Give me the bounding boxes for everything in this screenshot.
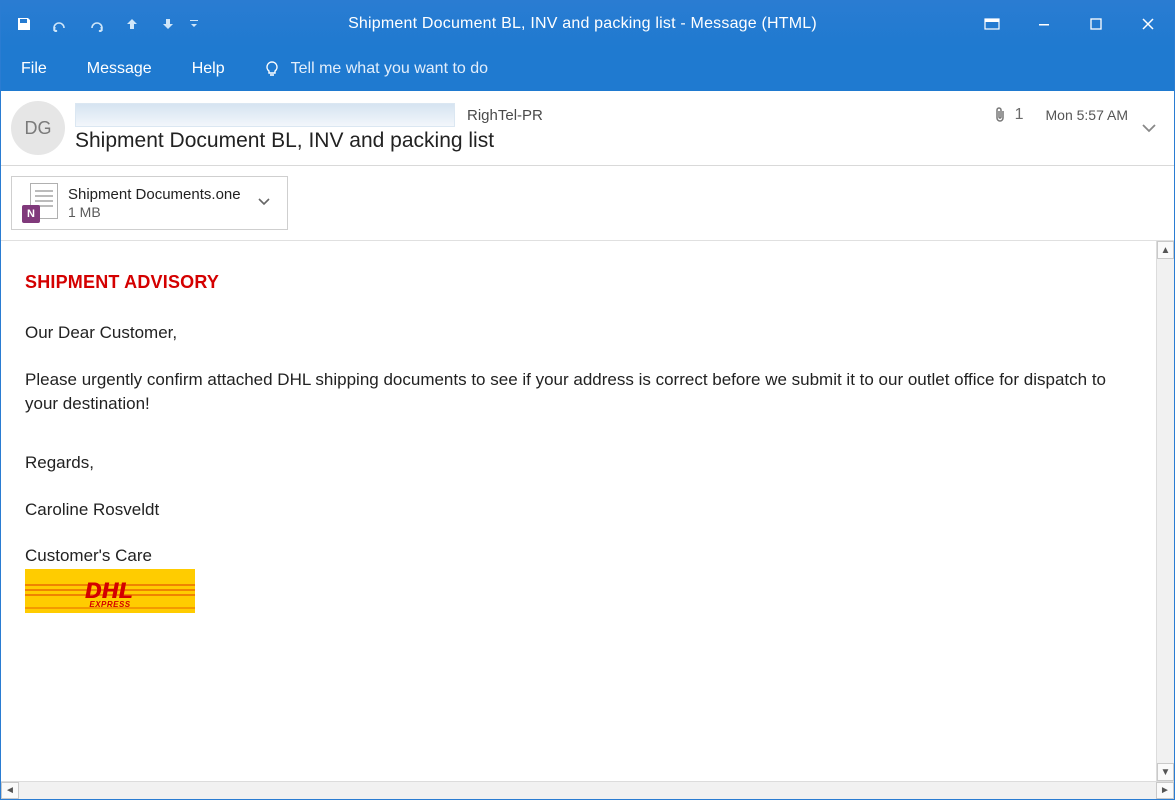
attachment-item[interactable]: N Shipment Documents.one 1 MB bbox=[11, 176, 288, 230]
scroll-left-button[interactable]: ◄ bbox=[1, 782, 19, 799]
ribbon-display-icon bbox=[984, 18, 1000, 30]
lightbulb-icon bbox=[263, 60, 281, 78]
tell-me-search[interactable] bbox=[257, 60, 551, 78]
ribbon-options-button[interactable] bbox=[966, 8, 1018, 40]
previous-item-button[interactable] bbox=[117, 9, 147, 39]
scroll-right-button[interactable]: ► bbox=[1156, 782, 1174, 799]
menu-bar: File Message Help bbox=[1, 47, 1174, 91]
attachment-indicator[interactable]: 1 bbox=[993, 106, 1024, 124]
qat-customize[interactable] bbox=[189, 9, 199, 39]
menu-file[interactable]: File bbox=[13, 54, 55, 84]
window-controls bbox=[966, 8, 1174, 40]
maximize-button[interactable] bbox=[1070, 8, 1122, 40]
expand-header-toggle[interactable] bbox=[1138, 123, 1160, 133]
window-title: Shipment Document BL, INV and packing li… bbox=[199, 15, 966, 33]
header-meta: 1 Mon 5:57 AM bbox=[993, 106, 1128, 124]
message-body: SHIPMENT ADVISORY Our Dear Customer, Ple… bbox=[1, 241, 1156, 781]
sender-block: RighTel-PR 1 Mon 5:57 AM Shipment Docume… bbox=[75, 103, 1128, 153]
sender-line: RighTel-PR 1 Mon 5:57 AM bbox=[75, 103, 1128, 127]
maximize-icon bbox=[1089, 17, 1103, 31]
chevron-down-icon bbox=[1141, 123, 1157, 133]
horizontal-scrollbar[interactable]: ◄ ► bbox=[1, 781, 1174, 799]
attachment-count: 1 bbox=[1015, 106, 1024, 124]
menu-help[interactable]: Help bbox=[184, 54, 233, 84]
arrow-down-icon bbox=[161, 17, 175, 31]
attachment-menu-toggle[interactable] bbox=[251, 194, 277, 212]
arrow-up-icon bbox=[125, 17, 139, 31]
quick-access-toolbar bbox=[1, 9, 199, 39]
attachment-size: 1 MB bbox=[68, 204, 241, 221]
body-main-text: Please urgently confirm attached DHL shi… bbox=[25, 368, 1132, 417]
redo-icon bbox=[88, 16, 104, 32]
body-greeting: Our Dear Customer, bbox=[25, 321, 1132, 346]
message-header: DG RighTel-PR 1 Mon 5:57 AM Shipment Doc… bbox=[1, 91, 1174, 166]
attachment-filename: Shipment Documents.one bbox=[68, 186, 241, 204]
header-row: DG RighTel-PR 1 Mon 5:57 AM Shipment Doc… bbox=[11, 101, 1160, 155]
dhl-express-text: EXPRESS bbox=[89, 599, 130, 611]
minimize-icon bbox=[1037, 17, 1051, 31]
undo-button[interactable] bbox=[45, 9, 75, 39]
signature-role: Customer's Care bbox=[25, 544, 1132, 569]
undo-icon bbox=[52, 16, 68, 32]
dhl-logo: DHL EXPRESS bbox=[25, 569, 195, 613]
paperclip-icon bbox=[993, 106, 1007, 124]
close-button[interactable] bbox=[1122, 8, 1174, 40]
attachments-bar: N Shipment Documents.one 1 MB bbox=[1, 166, 1174, 241]
received-time: Mon 5:57 AM bbox=[1046, 107, 1129, 123]
close-icon bbox=[1141, 17, 1155, 31]
customize-icon bbox=[189, 17, 199, 31]
attachment-text: Shipment Documents.one 1 MB bbox=[68, 186, 241, 221]
next-item-button[interactable] bbox=[153, 9, 183, 39]
sender-name-redacted bbox=[75, 103, 455, 127]
onenote-badge: N bbox=[22, 205, 40, 223]
tell-me-input[interactable] bbox=[291, 60, 551, 78]
outlook-message-window: Shipment Document BL, INV and packing li… bbox=[0, 0, 1175, 800]
recipient-name: RighTel-PR bbox=[467, 107, 543, 124]
minimize-button[interactable] bbox=[1018, 8, 1070, 40]
vertical-scroll-track[interactable] bbox=[1157, 259, 1174, 763]
advisory-heading: SHIPMENT ADVISORY bbox=[25, 269, 1132, 295]
onenote-file-icon: N bbox=[22, 183, 58, 223]
signature-name: Caroline Rosveldt bbox=[25, 498, 1132, 523]
title-bar: Shipment Document BL, INV and packing li… bbox=[1, 1, 1174, 47]
save-icon bbox=[16, 16, 32, 32]
message-body-wrap: SHIPMENT ADVISORY Our Dear Customer, Ple… bbox=[1, 241, 1174, 781]
sender-avatar[interactable]: DG bbox=[11, 101, 65, 155]
redo-button[interactable] bbox=[81, 9, 111, 39]
chevron-down-icon bbox=[257, 197, 271, 207]
save-button[interactable] bbox=[9, 9, 39, 39]
horizontal-scroll-track[interactable] bbox=[19, 782, 1156, 799]
menu-message[interactable]: Message bbox=[79, 54, 160, 84]
scroll-down-button[interactable]: ▼ bbox=[1157, 763, 1174, 781]
vertical-scrollbar[interactable]: ▲ ▼ bbox=[1156, 241, 1174, 781]
scroll-up-button[interactable]: ▲ bbox=[1157, 241, 1174, 259]
message-subject: Shipment Document BL, INV and packing li… bbox=[75, 127, 1128, 153]
body-regards: Regards, bbox=[25, 451, 1132, 476]
